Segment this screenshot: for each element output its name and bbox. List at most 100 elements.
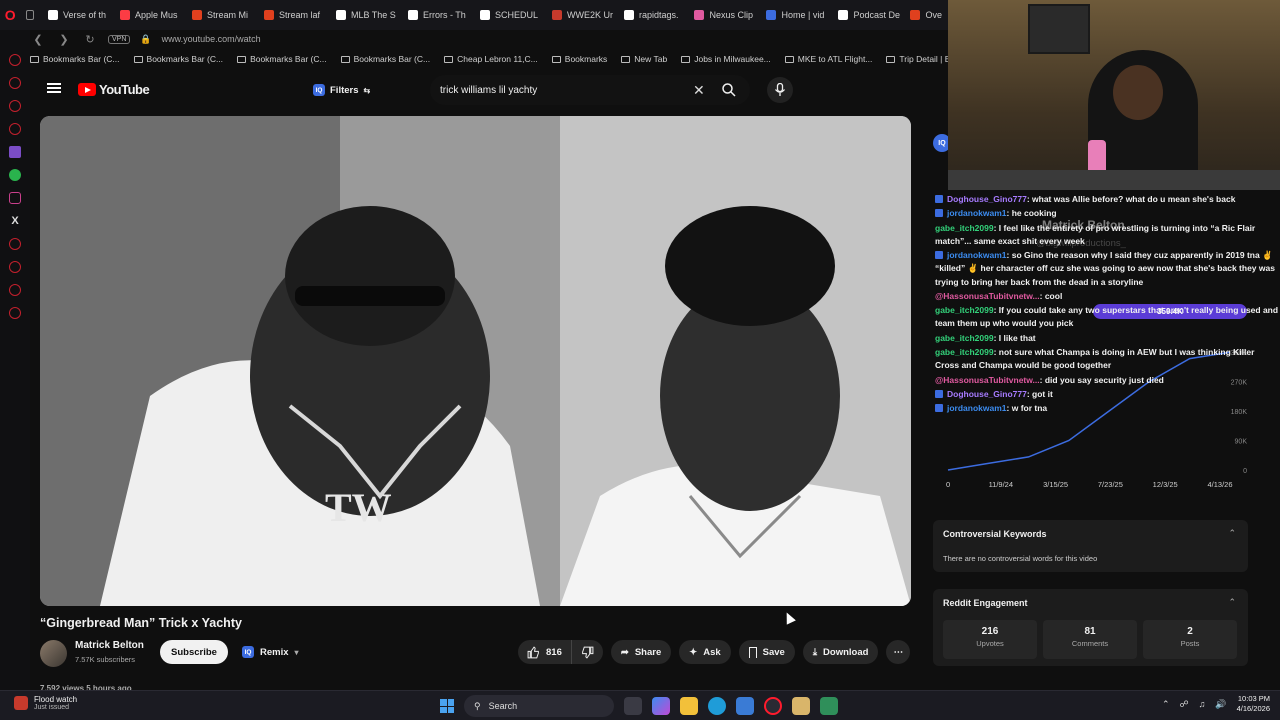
instagram-icon[interactable]	[9, 192, 21, 204]
browser-tab[interactable]: Stream Mi	[184, 4, 256, 26]
sidebar-app-icon[interactable]	[9, 284, 21, 296]
chat-username: jordanokwam1	[947, 403, 1007, 414]
windows-start-icon[interactable]	[440, 699, 454, 713]
tab-favicon-icon	[191, 10, 202, 20]
taskbar-search[interactable]: ⚲ Search	[464, 695, 614, 717]
app-icon[interactable]	[792, 697, 810, 715]
bookmark-item[interactable]: Bookmarks Bar (C...	[30, 54, 120, 64]
twitch-icon[interactable]	[9, 146, 21, 158]
x-icon[interactable]: X	[9, 215, 21, 227]
network-icon[interactable]: ☍	[1180, 699, 1189, 710]
chat-username: @HassonusaTubitvnetw...	[935, 290, 1040, 301]
tab-menu-icon[interactable]	[26, 10, 34, 20]
settings-icon[interactable]	[9, 307, 21, 319]
opera-gx-icon[interactable]	[764, 697, 782, 715]
controversial-keywords-title: Controversial Keywords	[943, 529, 1047, 539]
bookmark-item[interactable]: Bookmarks Bar (C...	[133, 54, 223, 64]
weather-notification[interactable]: Flood watch Just issued	[14, 695, 77, 711]
ask-button[interactable]: ✦ Ask	[679, 640, 731, 664]
sidebar-app-icon[interactable]	[9, 100, 21, 112]
clock[interactable]: 10:03 PM 4/16/2026	[1237, 694, 1270, 714]
bookmark-item[interactable]: Cheap Lebron 11,C...	[444, 54, 538, 64]
bookmark-label: Bookmarks	[564, 54, 608, 64]
sidebar-app-icon[interactable]	[9, 238, 21, 250]
browser-tab[interactable]: rapidtags.	[616, 4, 687, 26]
browser-tab[interactable]: Stream laf	[256, 4, 328, 26]
remix-button[interactable]: IQ Remix ▾	[234, 640, 307, 664]
tab-favicon-icon	[47, 10, 58, 20]
taskbar-center: ⚲ Search	[440, 695, 838, 717]
channel-name[interactable]: Matrick Belton	[75, 640, 144, 651]
search-icon[interactable]	[720, 81, 738, 99]
sidebar-app-icon[interactable]	[9, 54, 21, 66]
sidebar-app-icon[interactable]	[9, 77, 21, 89]
browser-tab[interactable]: Ove	[902, 4, 950, 26]
browser-tab[interactable]: MLB The S	[328, 4, 400, 26]
volume-icon[interactable]: 🔊	[1215, 699, 1226, 710]
tab-label: Apple Mus	[134, 10, 178, 20]
bookmark-item[interactable]: New Tab	[621, 54, 667, 64]
copilot-icon[interactable]	[652, 697, 670, 715]
voice-search-button[interactable]	[767, 77, 793, 103]
back-icon[interactable]: ❮	[30, 33, 46, 46]
microphone-icon	[774, 83, 786, 96]
download-button[interactable]: ⤓ Download	[802, 640, 879, 664]
like-count: 816	[546, 646, 562, 658]
chat-text: : what was Allie before? what do u mean …	[1026, 194, 1236, 204]
history-icon[interactable]	[9, 261, 21, 273]
chevron-up-icon[interactable]: ⌃	[1162, 699, 1170, 710]
dislike-button[interactable]	[570, 640, 603, 664]
bookmark-item[interactable]: Trip Detail | Ex	[886, 54, 950, 64]
browser-tab[interactable]: Podcast De	[830, 4, 902, 26]
bookmark-item[interactable]: Bookmarks Bar (C...	[340, 54, 430, 64]
share-button[interactable]: ➦ Share	[610, 640, 672, 664]
browser-tab[interactable]: Errors - Th	[400, 4, 472, 26]
channel-avatar[interactable]	[40, 640, 67, 667]
svg-text:TW: TW	[325, 485, 392, 530]
chat-username: Doghouse_Gino777	[947, 389, 1027, 400]
forward-icon[interactable]: ❯	[56, 33, 72, 46]
opera-logo-icon[interactable]: O	[0, 0, 20, 30]
sidebar-app-icon[interactable]	[9, 123, 21, 135]
bookmark-icon	[748, 646, 757, 658]
bookmarks-bar: Bookmarks Bar (C... Bookmarks Bar (C... Bo…	[30, 50, 950, 68]
whatsapp-icon[interactable]	[9, 169, 21, 181]
browser-tab[interactable]: SCHEDUL	[472, 4, 544, 26]
menu-icon[interactable]	[47, 83, 61, 93]
windows-taskbar: Flood watch Just issued ⚲ Search ⌃ ☍ ♫ 🔊…	[0, 690, 1280, 720]
clear-search-icon[interactable]: ✕	[693, 82, 705, 99]
video-player[interactable]: TW	[40, 116, 911, 606]
youtube-logo[interactable]: YouTube	[78, 82, 150, 97]
subscribe-button[interactable]: Subscribe	[160, 640, 228, 664]
store-icon[interactable]	[736, 697, 754, 715]
url-field[interactable]: www.youtube.com/watch	[162, 34, 261, 44]
like-button[interactable]: 816	[518, 640, 571, 664]
browser-tab[interactable]: Home | vid	[758, 4, 830, 26]
task-view-icon[interactable]	[624, 697, 642, 715]
chat-username: gabe_itch2099	[935, 347, 994, 358]
folder-icon	[30, 55, 39, 63]
bookmark-item[interactable]: Bookmarks Bar (C...	[237, 54, 327, 64]
search-input[interactable]	[440, 80, 680, 100]
bookmark-item[interactable]: Bookmarks	[551, 54, 608, 64]
terminal-icon[interactable]	[820, 697, 838, 715]
browser-tab[interactable]: WWE2K Ur	[544, 4, 616, 26]
browser-tab[interactable]: Apple Mus	[112, 4, 184, 26]
collapse-icon[interactable]: ⌃	[1228, 528, 1236, 539]
bookmark-item[interactable]: Jobs in Milwaukee...	[681, 54, 771, 64]
file-explorer-icon[interactable]	[680, 697, 698, 715]
browser-tab[interactable]: Nexus Clip	[686, 4, 758, 26]
reload-icon[interactable]: ↻	[82, 33, 98, 46]
vpn-badge[interactable]: VPN	[108, 34, 131, 44]
microphone-icon[interactable]: ♫	[1199, 699, 1206, 709]
save-button[interactable]: Save	[738, 640, 795, 664]
edge-icon[interactable]	[708, 697, 726, 715]
bookmark-label: Bookmarks Bar (C...	[43, 54, 120, 64]
collapse-icon[interactable]: ⌃	[1228, 597, 1236, 608]
browser-tab[interactable]: Verse of th	[40, 4, 112, 26]
filters-button[interactable]: IQ Filters ⇆	[305, 80, 378, 100]
bookmark-item[interactable]: MKE to ATL Flight...	[784, 54, 872, 64]
stat-value: 2	[1187, 626, 1193, 637]
more-actions-button[interactable]: ⋯	[886, 640, 911, 664]
stat-posts: 2 Posts	[1143, 620, 1237, 659]
